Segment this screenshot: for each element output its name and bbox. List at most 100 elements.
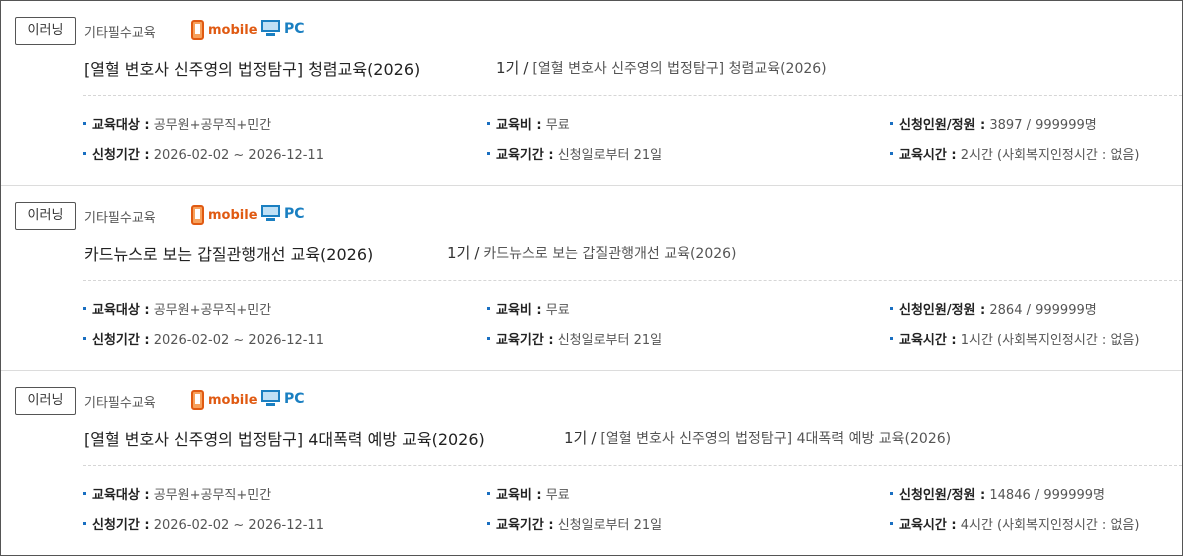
apply-period-value: 2026-02-02 ~ 2026-12-11 [153, 148, 324, 163]
edu-time-label: 교육시간 : [899, 333, 957, 348]
apply-period-value: 2026-02-02 ~ 2026-12-11 [153, 333, 324, 348]
pc-support: PC [261, 20, 305, 37]
course-title[interactable]: [열혈 변호사 신주영의 법정탐구] 4대폭력 예방 교육(2026) [84, 426, 485, 450]
course-list: 이러닝 기타필수교육 mobile PC [열혈 변호사 신주영의 법정탐구] … [0, 0, 1183, 556]
edu-period-info: 교육기간 : 신청일로부터 21일 [487, 144, 662, 163]
fee-value: 무료 [545, 488, 570, 503]
capacity-value: 3897 / 999999명 [989, 118, 1097, 133]
edu-period-info: 교육기간 : 신청일로부터 21일 [487, 329, 662, 348]
apply-period-label: 신청기간 : [92, 518, 150, 533]
session-info[interactable]: 1기 / 카드뉴스로 보는 갑질관행개선 교육(2026) [447, 242, 737, 263]
target-value: 공무원+공무직+민간 [153, 488, 272, 503]
edu-time-info: 교육시간 : 1시간 (사회복지인정시간 : 없음) [890, 329, 1139, 348]
session-name: 카드뉴스로 보는 갑질관행개선 교육(2026) [483, 246, 737, 262]
mobile-support: mobile [191, 390, 258, 410]
elearning-badge[interactable]: 이러닝 [15, 387, 76, 415]
capacity-value: 14846 / 999999명 [989, 488, 1105, 503]
edu-time-value: 2시간 (사회복지인정시간 : 없음) [960, 148, 1140, 163]
session-info[interactable]: 1기 / [열혈 변호사 신주영의 법정탐구] 4대폭력 예방 교육(2026) [564, 427, 951, 448]
monitor-icon [261, 20, 280, 37]
apply-period-info: 신청기간 : 2026-02-02 ~ 2026-12-11 [83, 514, 324, 533]
apply-period-value: 2026-02-02 ~ 2026-12-11 [153, 518, 324, 533]
monitor-icon [261, 205, 280, 222]
monitor-icon [261, 390, 280, 407]
pc-support: PC [261, 205, 305, 222]
session-separator: / [591, 429, 597, 447]
target-value: 공무원+공무직+민간 [153, 118, 272, 133]
edu-time-value: 4시간 (사회복지인정시간 : 없음) [960, 518, 1140, 533]
edu-time-info: 교육시간 : 4시간 (사회복지인정시간 : 없음) [890, 514, 1139, 533]
session-info[interactable]: 1기 / [열혈 변호사 신주영의 법정탐구] 청렴교육(2026) [496, 57, 827, 78]
elearning-badge[interactable]: 이러닝 [15, 17, 76, 45]
apply-period-label: 신청기간 : [92, 333, 150, 348]
edu-period-label: 교육기간 : [496, 518, 554, 533]
apply-period-info: 신청기간 : 2026-02-02 ~ 2026-12-11 [83, 329, 324, 348]
edu-time-value: 1시간 (사회복지인정시간 : 없음) [960, 333, 1140, 348]
capacity-label: 신청인원/정원 : [899, 488, 986, 503]
course-item: 이러닝 기타필수교육 mobile PC [열혈 변호사 신주영의 법정탐구] … [1, 371, 1182, 556]
session-separator: / [474, 244, 480, 262]
fee-value: 무료 [545, 118, 570, 133]
mobile-support: mobile [191, 205, 258, 225]
mobile-label: mobile [208, 207, 258, 223]
capacity-info: 신청인원/정원 : 14846 / 999999명 [890, 484, 1105, 503]
mobile-label: mobile [208, 22, 258, 38]
capacity-label: 신청인원/정원 : [899, 303, 986, 318]
divider [83, 280, 1182, 281]
elearning-badge[interactable]: 이러닝 [15, 202, 76, 230]
pc-support: PC [261, 390, 305, 407]
edu-period-value: 신청일로부터 21일 [557, 333, 663, 348]
edu-time-label: 교육시간 : [899, 518, 957, 533]
session-separator: / [523, 59, 529, 77]
fee-info: 교육비 : 무료 [487, 484, 570, 503]
pc-label: PC [284, 390, 305, 407]
edu-time-info: 교육시간 : 2시간 (사회복지인정시간 : 없음) [890, 144, 1139, 163]
capacity-info: 신청인원/정원 : 3897 / 999999명 [890, 114, 1097, 133]
fee-info: 교육비 : 무료 [487, 114, 570, 133]
course-title[interactable]: [열혈 변호사 신주영의 법정탐구] 청렴교육(2026) [84, 56, 420, 80]
target-info: 교육대상 : 공무원+공무직+민간 [83, 484, 271, 503]
smartphone-icon [191, 205, 204, 225]
fee-value: 무료 [545, 303, 570, 318]
apply-period-label: 신청기간 : [92, 148, 150, 163]
target-label: 교육대상 : [92, 118, 150, 133]
smartphone-icon [191, 20, 204, 40]
divider [83, 95, 1182, 96]
target-label: 교육대상 : [92, 303, 150, 318]
mobile-label: mobile [208, 392, 258, 408]
fee-label: 교육비 : [496, 303, 542, 318]
edu-period-label: 교육기간 : [496, 333, 554, 348]
category-label: 기타필수교육 [84, 26, 156, 41]
fee-label: 교육비 : [496, 118, 542, 133]
capacity-info: 신청인원/정원 : 2864 / 999999명 [890, 299, 1097, 318]
course-title[interactable]: 카드뉴스로 보는 갑질관행개선 교육(2026) [84, 241, 373, 265]
course-item: 이러닝 기타필수교육 mobile PC 카드뉴스로 보는 갑질관행개선 교육(… [1, 186, 1182, 371]
category-label: 기타필수교육 [84, 396, 156, 411]
category-label: 기타필수교육 [84, 211, 156, 226]
edu-time-label: 교육시간 : [899, 148, 957, 163]
session-generation: 1기 [496, 59, 520, 77]
capacity-value: 2864 / 999999명 [989, 303, 1097, 318]
capacity-label: 신청인원/정원 : [899, 118, 986, 133]
edu-period-label: 교육기간 : [496, 148, 554, 163]
session-generation: 1기 [564, 429, 588, 447]
edu-period-value: 신청일로부터 21일 [557, 148, 663, 163]
target-info: 교육대상 : 공무원+공무직+민간 [83, 114, 271, 133]
smartphone-icon [191, 390, 204, 410]
mobile-support: mobile [191, 20, 258, 40]
fee-label: 교육비 : [496, 488, 542, 503]
target-value: 공무원+공무직+민간 [153, 303, 272, 318]
session-generation: 1기 [447, 244, 471, 262]
session-name: [열혈 변호사 신주영의 법정탐구] 4대폭력 예방 교육(2026) [600, 431, 952, 447]
course-item: 이러닝 기타필수교육 mobile PC [열혈 변호사 신주영의 법정탐구] … [1, 1, 1182, 186]
pc-label: PC [284, 20, 305, 37]
target-label: 교육대상 : [92, 488, 150, 503]
divider [83, 465, 1182, 466]
session-name: [열혈 변호사 신주영의 법정탐구] 청렴교육(2026) [532, 61, 827, 77]
apply-period-info: 신청기간 : 2026-02-02 ~ 2026-12-11 [83, 144, 324, 163]
edu-period-value: 신청일로부터 21일 [557, 518, 663, 533]
pc-label: PC [284, 205, 305, 222]
fee-info: 교육비 : 무료 [487, 299, 570, 318]
target-info: 교육대상 : 공무원+공무직+민간 [83, 299, 271, 318]
edu-period-info: 교육기간 : 신청일로부터 21일 [487, 514, 662, 533]
